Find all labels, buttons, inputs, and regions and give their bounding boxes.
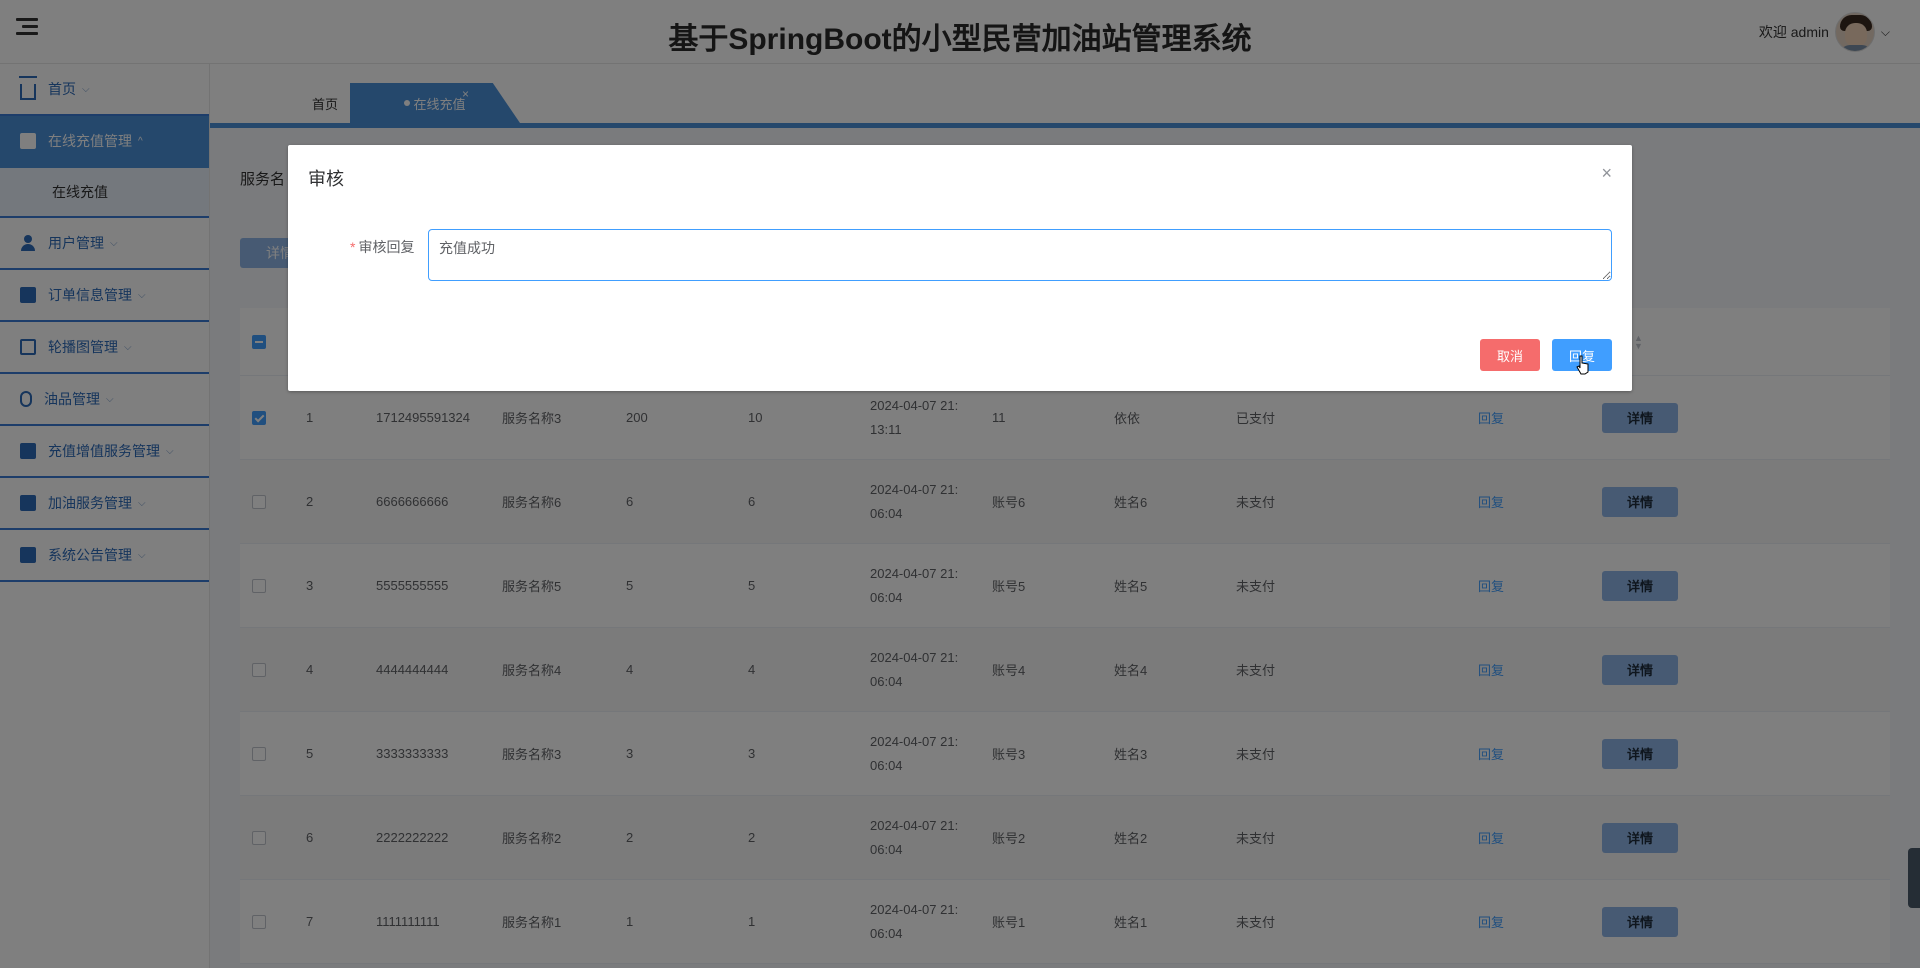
mouse-pointer-icon <box>1576 355 1589 375</box>
close-icon[interactable]: × <box>1601 163 1612 184</box>
cancel-button[interactable]: 取消 <box>1480 339 1540 371</box>
dialog-title: 审核 <box>308 169 344 189</box>
label-text: 审核回复 <box>358 239 415 255</box>
required-mark: * <box>350 239 356 255</box>
reply-field-label: * 审核回复 <box>350 237 414 257</box>
review-reply-input[interactable] <box>428 229 1612 281</box>
review-dialog: 审核 × *审核回复 取消 回复 <box>288 145 1632 391</box>
